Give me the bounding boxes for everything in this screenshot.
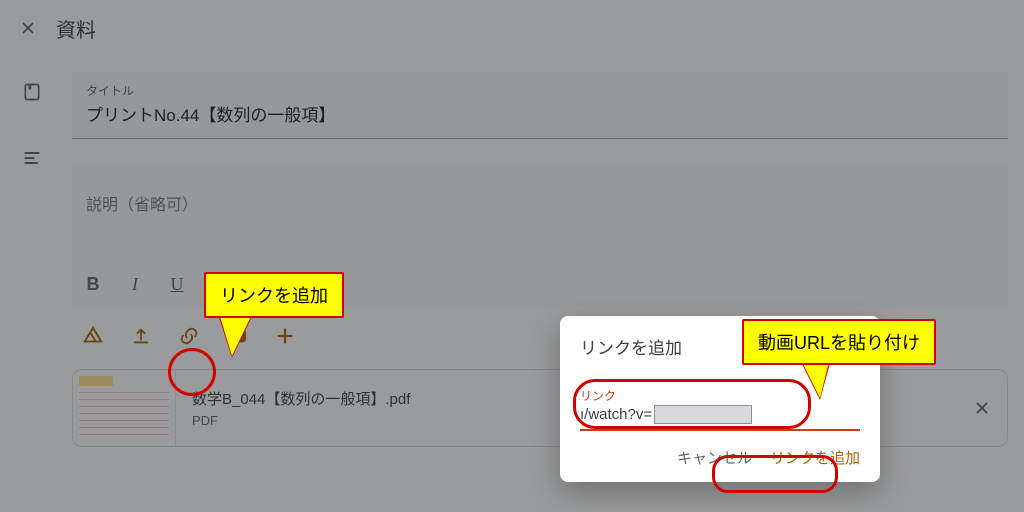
app-root: 資料 タイトル プリントNo.44【数列の一般項】 説明（省略可） B I U: [0, 0, 1024, 512]
annotation-ring-confirm: [712, 455, 838, 493]
callout-paste-url: 動画URLを貼り付け: [742, 319, 936, 365]
callout-add-link: リンクを追加: [204, 272, 344, 318]
annotation-ring-link-field: [573, 379, 811, 429]
annotation-ring-link-button: [168, 348, 216, 396]
